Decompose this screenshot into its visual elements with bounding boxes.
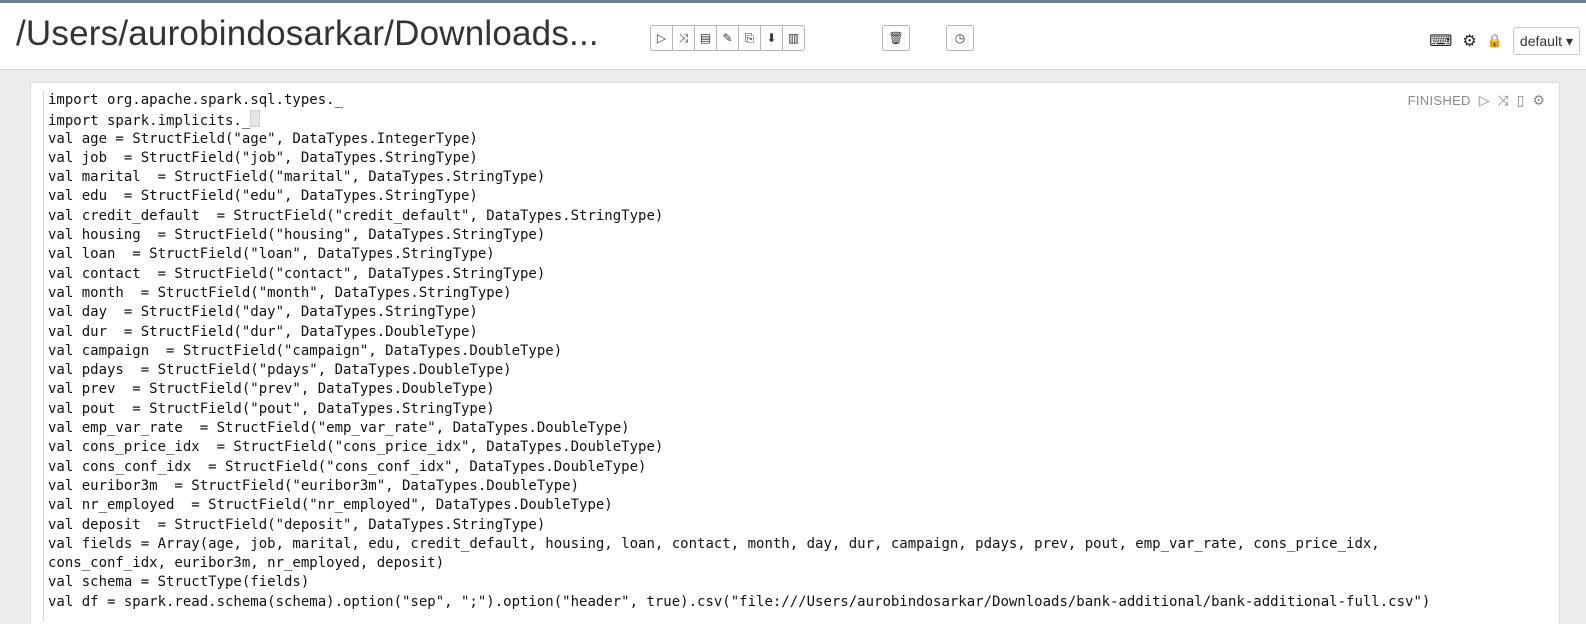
trash-icon: 🗑 — [888, 31, 904, 45]
code-line[interactable]: import org.apache.spark.sql.types._ — [48, 91, 1468, 110]
export-button[interactable]: ⬇ — [760, 25, 783, 51]
interpreter-select-value: default — [1519, 33, 1562, 49]
code-line[interactable]: val marital = StructField("marital", Dat… — [48, 168, 1468, 187]
code-editor[interactable]: import org.apache.spark.sql.types._ impor… — [43, 91, 1468, 621]
code-line[interactable]: cons_conf_idx, euribor3m, nr_employed, d… — [48, 554, 1468, 573]
gear-icon[interactable]: ⚙ — [1462, 31, 1476, 51]
show-hide-code-icon: ⤨ — [678, 30, 689, 45]
run-all-button[interactable]: ▷ — [650, 25, 673, 51]
clone-button[interactable]: ⎘ — [738, 25, 761, 51]
code-line[interactable]: val credit_default = StructField("credit… — [48, 207, 1468, 226]
code-line[interactable]: val dur = StructField("dur", DataTypes.D… — [48, 323, 1468, 342]
scheduler-button-group: ◷ — [946, 25, 974, 51]
code-line[interactable]: val pdays = StructField("pdays", DataTyp… — [48, 361, 1468, 380]
code-line[interactable]: val pout = StructField("pout", DataTypes… — [48, 400, 1468, 419]
code-line[interactable]: val contact = StructField("contact", Dat… — [48, 265, 1468, 284]
run-all-icon: ▷ — [656, 31, 667, 45]
show-hide-code-button[interactable]: ⤨ — [672, 25, 695, 51]
text-cursor — [250, 110, 261, 128]
code-line[interactable]: val campaign = StructField("campaign", D… — [48, 342, 1468, 361]
code-line[interactable]: val nr_employed = StructField("nr_employ… — [48, 496, 1468, 515]
header-right-tools: ⌨ ⚙ 🔒 default ▾ — [1429, 27, 1580, 55]
code-line[interactable]: val job = StructField("job", DataTypes.S… — [48, 149, 1468, 168]
code-line[interactable]: val euribor3m = StructField("euribor3m",… — [48, 477, 1468, 496]
code-line[interactable]: val emp_var_rate = StructField("emp_var_… — [48, 419, 1468, 438]
clear-output-icon: ✎ — [722, 31, 733, 45]
code-line[interactable]: val day = StructField("day", DataTypes.S… — [48, 303, 1468, 322]
code-line[interactable]: val fields = Array(age, job, marital, ed… — [48, 535, 1468, 554]
code-line[interactable]: val age = StructField("age", DataTypes.I… — [48, 130, 1468, 149]
code-line[interactable]: val deposit = StructField("deposit", Dat… — [48, 516, 1468, 535]
export-icon: ⬇ — [766, 31, 777, 45]
interpreter-select[interactable]: default ▾ — [1512, 27, 1580, 55]
code-line[interactable]: val cons_price_idx = StructField("cons_p… — [48, 438, 1468, 457]
code-line[interactable]: val month = StructField("month", DataTyp… — [48, 284, 1468, 303]
code-line[interactable]: val df = spark.read.schema(schema).optio… — [48, 593, 1468, 612]
trash-button-group: 🗑 — [882, 25, 910, 51]
chevron-down-icon: ▾ — [1565, 33, 1573, 49]
paragraph-cell: FINISHED ▷ ⤨ ▯ ⚙ import org.apache.spark… — [30, 82, 1560, 624]
notebook-title[interactable]: /Users/aurobindosarkar/Downloads... — [16, 14, 599, 54]
clock-icon: ◷ — [954, 31, 966, 45]
show-hide-output-button[interactable]: ▤ — [694, 25, 717, 51]
code-line[interactable]: val loan = StructField("loan", DataTypes… — [48, 245, 1468, 264]
code-line[interactable]: val prev = StructField("prev", DataTypes… — [48, 380, 1468, 399]
clear-output-button[interactable]: ✎ — [716, 25, 739, 51]
trash-button[interactable]: 🗑 — [882, 25, 910, 51]
paragraph-settings-icon[interactable]: ⚙ — [1532, 92, 1545, 109]
version-control-icon: ▥ — [787, 31, 800, 45]
version-control-button[interactable]: ▥ — [782, 25, 805, 51]
scheduler-button[interactable]: ◷ — [946, 25, 974, 51]
notebook-header: /Users/aurobindosarkar/Downloads... ▷ ⤨ … — [0, 0, 1586, 70]
notebook-action-buttons: ▷ ⤨ ▤ ✎ ⎘ ⬇ ▥ — [650, 25, 805, 51]
code-line[interactable]: val cons_conf_idx = StructField("cons_co… — [48, 458, 1468, 477]
show-hide-output-icon: ▤ — [699, 31, 712, 45]
output-toggle-icon[interactable]: ▯ — [1517, 92, 1525, 109]
lock-icon[interactable]: 🔒 — [1487, 33, 1503, 49]
code-line[interactable]: val schema = StructType(fields) — [48, 573, 1468, 592]
keyboard-icon[interactable]: ⌨ — [1429, 31, 1452, 51]
clone-icon: ⎘ — [744, 30, 755, 45]
run-paragraph-icon[interactable]: ▷ — [1479, 92, 1490, 109]
code-line[interactable]: import spark.implicits._ — [48, 110, 1468, 129]
code-line[interactable]: val edu = StructField("edu", DataTypes.S… — [48, 187, 1468, 206]
expand-code-icon[interactable]: ⤨ — [1498, 92, 1509, 109]
code-line[interactable]: val housing = StructField("housing", Dat… — [48, 226, 1468, 245]
